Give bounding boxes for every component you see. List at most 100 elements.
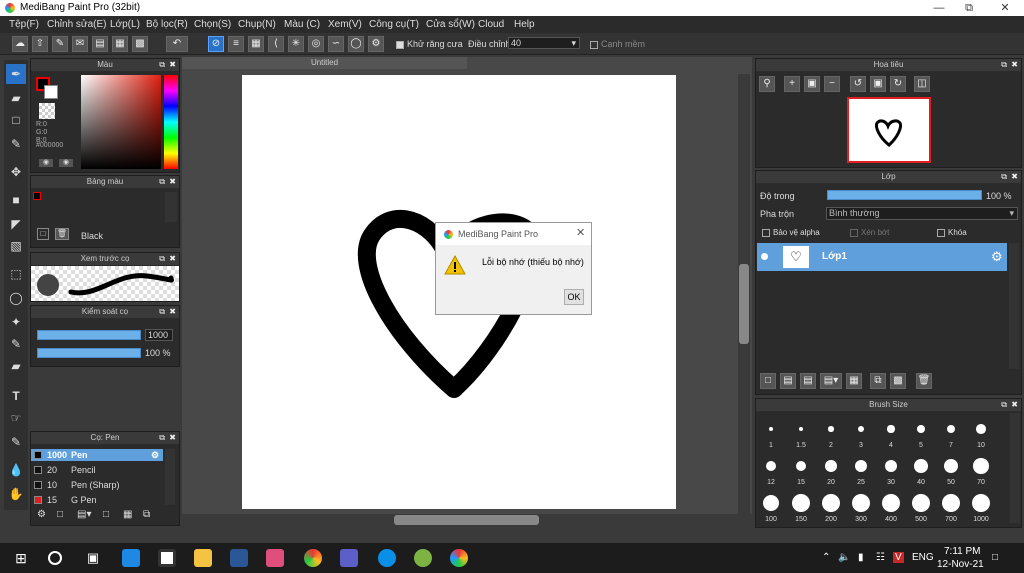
perspective-snap-icon[interactable]: ⟨ <box>268 36 284 52</box>
zoom-in-icon[interactable]: + <box>784 76 800 92</box>
color-option-icon[interactable]: ◉ <box>39 159 53 167</box>
antialias-toggle[interactable]: Khử răng cưa <box>396 39 463 49</box>
brush-size-option[interactable]: 3 <box>848 415 874 449</box>
rectangle-tool-icon[interactable]: □ <box>6 110 26 130</box>
undock-icon[interactable]: ⧉ <box>159 176 165 188</box>
menu-select[interactable]: Chọn(S) <box>194 19 231 30</box>
folder-icon[interactable]: ▦ <box>846 373 862 389</box>
app-icon[interactable] <box>266 549 284 567</box>
smooth-edge-checkbox[interactable] <box>590 40 598 49</box>
lock-toggle[interactable]: Khóa <box>937 228 967 237</box>
layer-scrollbar[interactable] <box>1009 243 1019 369</box>
menu-help[interactable]: Help <box>514 19 535 30</box>
brush-size-option[interactable]: 40 <box>908 452 934 486</box>
select-pen-icon[interactable]: ✎ <box>6 334 26 354</box>
brush-size-option[interactable]: 200 <box>818 489 844 523</box>
zalo-icon[interactable] <box>378 549 396 567</box>
brush-size-option[interactable]: 500 <box>908 489 934 523</box>
battery-icon[interactable]: ▮ <box>858 552 864 563</box>
brush-size-option[interactable]: 100 <box>758 489 784 523</box>
brush-opacity-slider[interactable] <box>37 348 141 358</box>
hue-slider[interactable] <box>164 75 178 169</box>
undock-icon[interactable]: ⧉ <box>1001 59 1007 71</box>
document-icon[interactable]: ▤ <box>92 36 108 52</box>
clip-checkbox[interactable] <box>850 228 858 237</box>
saturation-value-picker[interactable] <box>81 75 161 169</box>
brush-size-option[interactable]: 2 <box>818 415 844 449</box>
blend-mode-select[interactable]: Bình thường ▾ <box>826 207 1018 220</box>
zoom-icon[interactable]: ⚲ <box>759 76 775 92</box>
brush-size-option[interactable]: 12 <box>758 452 784 486</box>
palette-swatch-black[interactable] <box>33 192 41 200</box>
divide-tool-icon[interactable]: ✎ <box>6 432 26 452</box>
snap-off-icon[interactable]: ⊘ <box>208 36 224 52</box>
menu-tools[interactable]: Công cụ(T) <box>369 19 419 30</box>
store-icon[interactable] <box>158 549 176 567</box>
undock-icon[interactable]: ⧉ <box>1001 399 1007 411</box>
undock-icon[interactable]: ⧉ <box>1001 171 1007 183</box>
close-button[interactable]: ✕ <box>988 0 1022 16</box>
grid-icon[interactable]: ▦ <box>112 36 128 52</box>
close-icon[interactable]: ✖ <box>169 176 176 188</box>
brush-size-option[interactable]: 15 <box>788 452 814 486</box>
eye-icon[interactable] <box>761 253 768 260</box>
task-view-icon[interactable]: ▣ <box>84 549 102 567</box>
new-layer-icon[interactable]: □ <box>760 373 776 389</box>
medibang-taskbar-icon[interactable] <box>450 549 468 567</box>
adjust-select[interactable]: 40 ▾ <box>508 37 580 49</box>
list-item[interactable]: 10 Pen (Sharp) <box>31 479 163 491</box>
vscroll-thumb[interactable] <box>739 264 749 344</box>
operation-tool-icon[interactable]: ☞ <box>6 408 26 428</box>
brush-size-option[interactable]: 20 <box>818 452 844 486</box>
protect-alpha-toggle[interactable]: Bảo vệ alpha <box>762 228 820 237</box>
flip-icon[interactable]: ◫ <box>914 76 930 92</box>
brush-size-option[interactable]: 10 <box>968 415 994 449</box>
navigator-preview[interactable] <box>847 97 931 163</box>
curve-snap-icon[interactable]: ∽ <box>328 36 344 52</box>
magic-wand-icon[interactable]: ✦ <box>6 312 26 332</box>
hand-tool-icon[interactable]: ✋ <box>6 484 26 504</box>
close-icon[interactable]: ✖ <box>169 432 176 444</box>
brush-list-scrollbar[interactable] <box>165 449 175 505</box>
brush-size-option[interactable]: 30 <box>878 452 904 486</box>
gear-icon[interactable]: ⚙ <box>151 449 159 461</box>
palette-scrollbar[interactable] <box>165 192 177 222</box>
document-tab[interactable]: Untitled <box>182 57 467 69</box>
add-brush-icon[interactable]: ⚙ <box>37 509 46 520</box>
rotate-left-icon[interactable]: ↺ <box>850 76 866 92</box>
brush-size-option[interactable]: 150 <box>788 489 814 523</box>
brush-size-option[interactable]: 300 <box>848 489 874 523</box>
hscroll-thumb[interactable] <box>394 515 539 525</box>
close-icon[interactable]: ✖ <box>1011 399 1018 411</box>
brush-tool-icon[interactable]: ✒ <box>6 64 26 84</box>
undock-icon[interactable]: ⧉ <box>159 306 165 318</box>
share-icon[interactable]: ⇧ <box>32 36 48 52</box>
date[interactable]: 12-Nov-21 <box>937 559 984 570</box>
undo-button[interactable]: ↶ <box>166 36 188 52</box>
undock-icon[interactable]: ⧉ <box>159 59 165 71</box>
circle-snap-icon[interactable]: ◎ <box>308 36 324 52</box>
folder-icon[interactable]: ▦ <box>123 509 132 520</box>
brush-size-option[interactable]: 70 <box>968 452 994 486</box>
eyedropper-icon[interactable]: 💧 <box>6 460 26 480</box>
lock-checkbox[interactable] <box>937 228 945 237</box>
new-layer-8bit-icon[interactable]: ▤ <box>780 373 796 389</box>
close-icon[interactable]: ✖ <box>169 253 176 265</box>
menu-layer[interactable]: Lớp(L) <box>110 19 140 30</box>
close-icon[interactable]: ✖ <box>1011 59 1018 71</box>
close-icon[interactable]: ✖ <box>1011 171 1018 183</box>
network-icon[interactable]: ☷ <box>876 552 885 563</box>
color-option2-icon[interactable]: ◉ <box>59 159 73 167</box>
minimize-button[interactable]: — <box>922 0 956 16</box>
merge-layer-icon[interactable]: ▩ <box>890 373 906 389</box>
word-icon[interactable] <box>230 549 248 567</box>
menu-file[interactable]: Tệp(F) <box>9 19 39 30</box>
bucket-tool-icon[interactable]: ◤ <box>6 214 26 234</box>
layer-menu-icon[interactable]: ▤▾ <box>820 373 842 389</box>
layout-icon[interactable]: ▩ <box>132 36 148 52</box>
list-item[interactable]: 15 G Pen <box>31 494 163 504</box>
antialias-checkbox[interactable] <box>396 40 404 49</box>
menu-view[interactable]: Xem(V) <box>328 19 362 30</box>
settings-snap-icon[interactable]: ⚙ <box>368 36 384 52</box>
pen-line-tool-icon[interactable]: ✎ <box>6 134 26 154</box>
